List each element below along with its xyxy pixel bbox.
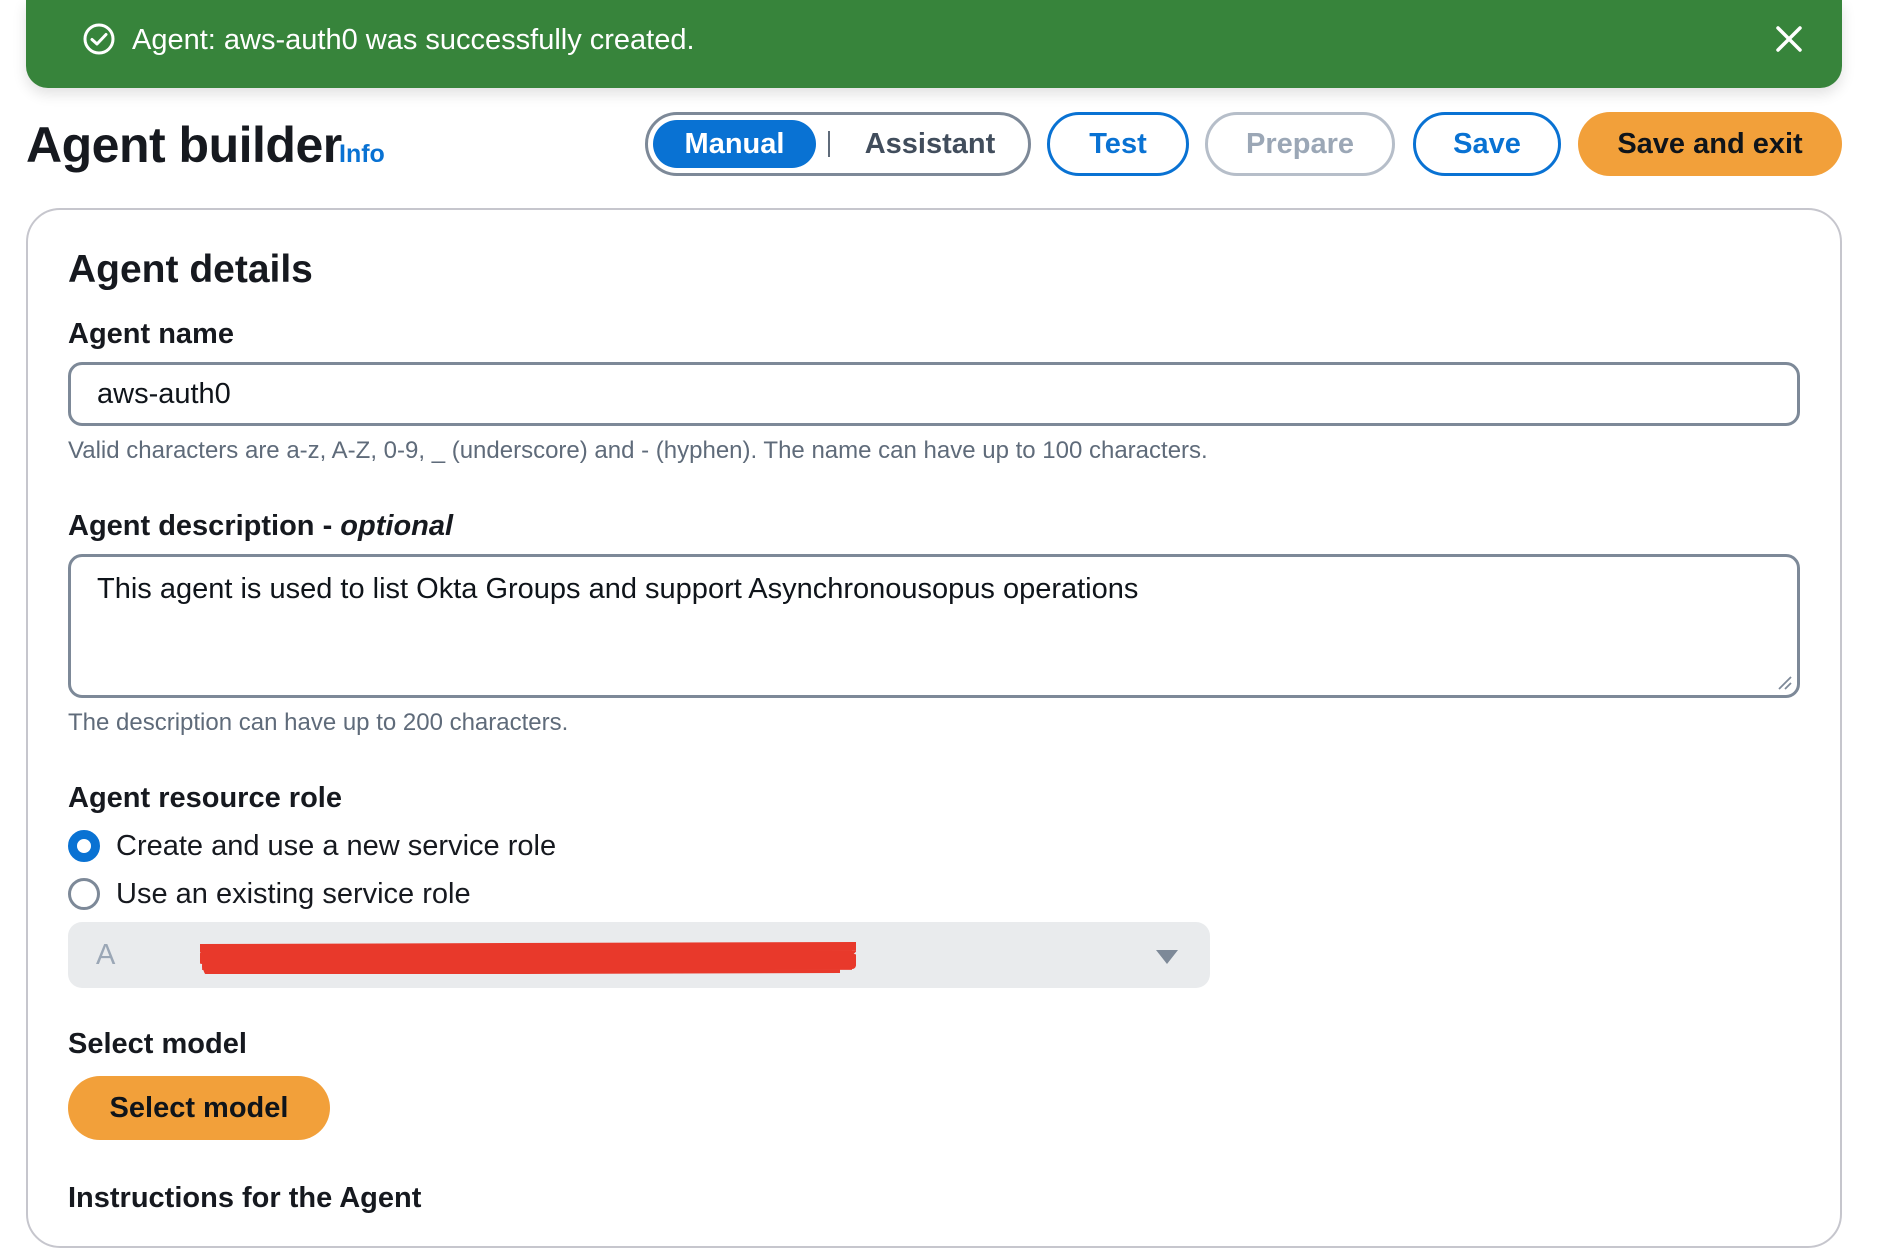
- radio-label: Create and use a new service role: [116, 830, 557, 862]
- prepare-button[interactable]: Prepare: [1205, 112, 1395, 176]
- radio-button-unchecked[interactable]: [68, 878, 100, 910]
- radio-button-checked[interactable]: [68, 830, 100, 862]
- section-title: Agent details: [68, 248, 313, 291]
- caret-down-icon: [1156, 950, 1178, 964]
- redaction-scribble: [200, 942, 856, 974]
- manual-mode-button[interactable]: Manual: [653, 120, 816, 168]
- page-title: Agent builder: [26, 117, 342, 173]
- resize-handle-icon[interactable]: [1775, 673, 1793, 691]
- existing-role-select[interactable]: A RS: [68, 922, 1210, 988]
- radio-use-existing-role[interactable]: Use an existing service role: [68, 876, 471, 912]
- test-button[interactable]: Test: [1047, 112, 1189, 176]
- optional-tag: optional: [340, 510, 454, 542]
- check-circle-icon: [83, 23, 115, 55]
- agent-description-label-text: Agent description -: [68, 510, 341, 542]
- select-value-start: A: [96, 939, 116, 971]
- flash-message: Agent: aws-auth0 was successfully create…: [132, 24, 695, 56]
- agent-description-constraint: The description can have up to 200 chara…: [68, 709, 569, 736]
- agent-name-constraint: Valid characters are a-z, A-Z, 0-9, _ (u…: [68, 437, 1208, 464]
- select-model-button[interactable]: Select model: [68, 1076, 330, 1140]
- agent-name-label: Agent name: [68, 318, 234, 350]
- radio-create-new-role[interactable]: Create and use a new service role: [68, 828, 556, 864]
- info-link[interactable]: Info: [339, 138, 385, 170]
- agent-description-textarea[interactable]: This agent is used to list Okta Groups a…: [68, 554, 1800, 698]
- agent-description-label: Agent description - optional: [68, 508, 453, 544]
- assistant-mode-button[interactable]: Assistant: [840, 120, 1020, 168]
- save-button[interactable]: Save: [1413, 112, 1561, 176]
- segment-divider: [828, 131, 830, 157]
- close-icon[interactable]: [1772, 22, 1806, 56]
- instructions-label: Instructions for the Agent: [68, 1182, 422, 1214]
- resource-role-label: Agent resource role: [68, 782, 342, 814]
- agent-name-input[interactable]: aws-auth0: [68, 362, 1800, 426]
- save-and-exit-button[interactable]: Save and exit: [1578, 112, 1842, 176]
- success-flash-banner: Agent: aws-auth0 was successfully create…: [26, 0, 1842, 88]
- mode-toggle: Manual Assistant: [645, 112, 1031, 176]
- select-model-label: Select model: [68, 1028, 247, 1060]
- radio-label: Use an existing service role: [116, 878, 471, 910]
- agent-description-value: This agent is used to list Okta Groups a…: [97, 573, 1139, 605]
